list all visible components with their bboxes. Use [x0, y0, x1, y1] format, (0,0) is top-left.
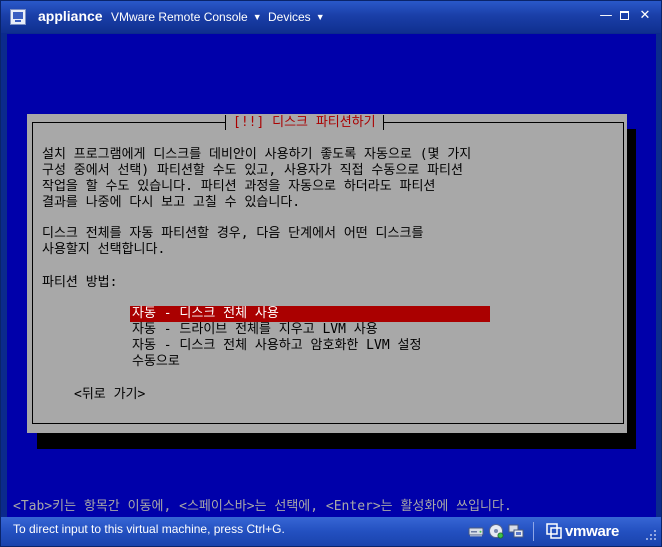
method-label: 파티션 방법:: [42, 275, 118, 290]
whole-disk-text: 디스크 전체를 자동 파티션할 경우, 다음 단계에서 어떤 디스크를 사용할지…: [42, 226, 424, 257]
dialog-title: [!!] 디스크 파티션하기: [225, 114, 384, 132]
minimize-button[interactable]: —: [599, 9, 613, 23]
option-auto-lvm[interactable]: 자동 - 드라이브 전체를 지우고 LVM 사용: [130, 322, 490, 338]
devices-menu-caret-icon: ▼: [315, 12, 325, 22]
status-divider: [533, 522, 534, 541]
go-back-button[interactable]: <뒤로 가기>: [74, 387, 145, 403]
option-auto-whole-disk[interactable]: 자동 - 디스크 전체 사용: [130, 306, 490, 322]
status-bar: To direct input to this virtual machine,…: [1, 517, 661, 546]
option-auto-encrypted-lvm[interactable]: 자동 - 디스크 전체 사용하고 암호화한 LVM 설정: [130, 338, 490, 354]
maximize-icon: [620, 11, 629, 20]
console-menu-caret-icon: ▼: [252, 12, 262, 22]
vmware-logo-text: vmware: [565, 522, 620, 540]
vm-console-screen[interactable]: [!!] 디스크 파티션하기 설치 프로그램에게 디스크를 데비안이 사용하기 …: [7, 34, 656, 517]
app-icon: [10, 9, 26, 25]
minimize-icon: —: [599, 8, 613, 23]
console-menu-label: VMware Remote Console: [111, 10, 248, 24]
partition-dialog: [!!] 디스크 파티션하기 설치 프로그램에게 디스크를 데비안이 사용하기 …: [27, 114, 627, 433]
window-title: appliance: [38, 8, 103, 24]
title-bar[interactable]: appliance VMware Remote Console ▼ Devices…: [1, 1, 661, 33]
hard-disk-icon[interactable]: [468, 523, 484, 539]
console-menu[interactable]: VMware Remote Console ▼: [111, 10, 262, 24]
devices-menu[interactable]: Devices ▼: [268, 10, 325, 24]
network-adapter-icon[interactable]: [508, 523, 524, 539]
option-manual[interactable]: 수동으로: [130, 354, 490, 370]
vmware-console-window: appliance VMware Remote Console ▼ Devices…: [0, 0, 662, 547]
keyboard-help-line: <Tab>키는 항목간 이동에, <스페이스바>는 선택에, <Enter>는 …: [13, 499, 512, 514]
resize-grip-icon[interactable]: [645, 529, 657, 541]
vmware-logo: vmware: [546, 522, 619, 540]
cd-rom-icon[interactable]: [488, 523, 504, 539]
intro-text: 설치 프로그램에게 디스크를 데비안이 사용하기 좋도록 자동으로 (몇 가지 …: [42, 147, 472, 210]
status-message: To direct input to this virtual machine,…: [13, 522, 285, 536]
devices-menu-label: Devices: [268, 10, 311, 24]
close-icon: ✕: [639, 8, 651, 23]
maximize-button[interactable]: [618, 9, 632, 23]
close-button[interactable]: ✕: [638, 9, 652, 23]
partition-method-list: 자동 - 디스크 전체 사용 자동 - 드라이브 전체를 지우고 LVM 사용 …: [130, 306, 490, 370]
vmware-logo-icon: [546, 523, 562, 539]
